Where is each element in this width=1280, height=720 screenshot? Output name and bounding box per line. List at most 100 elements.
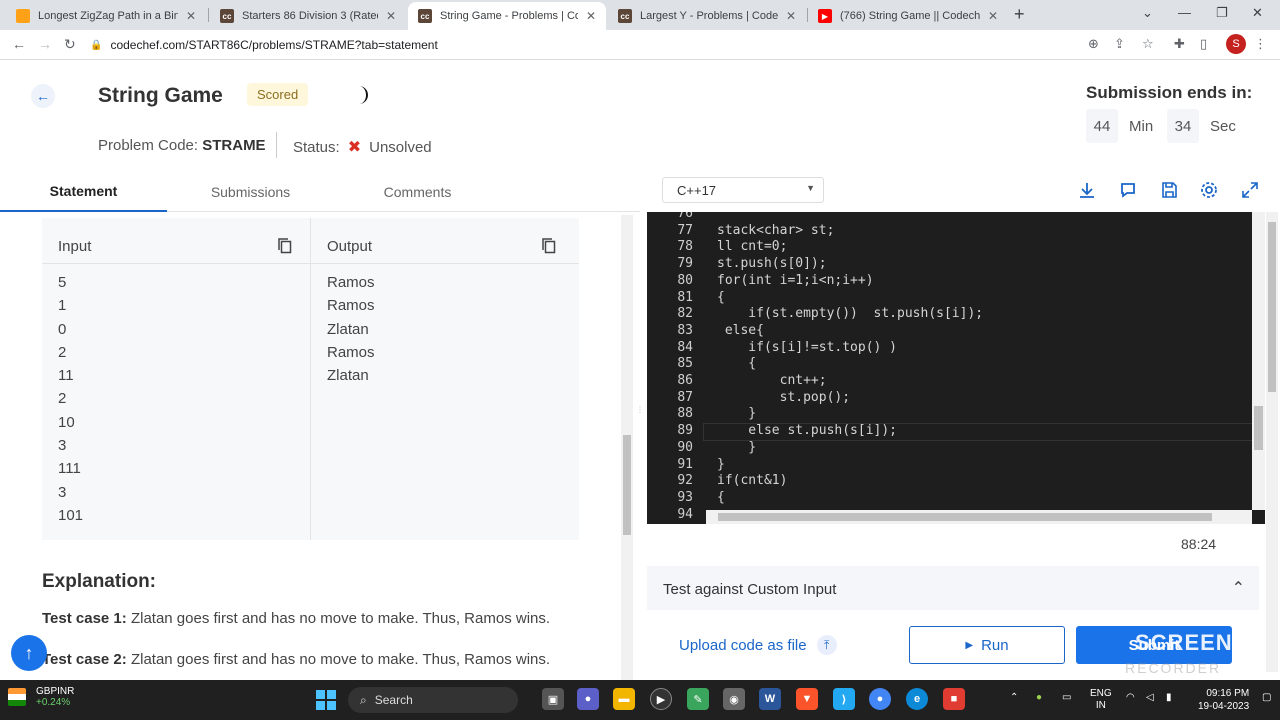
scrollbar-thumb[interactable]: [623, 435, 631, 535]
line-number: 76: [677, 212, 693, 221]
run-button[interactable]: ▶ Run: [909, 626, 1065, 664]
more-menu-icon[interactable]: ⋮: [1254, 36, 1267, 52]
side-panel-icon[interactable]: ▯: [1200, 36, 1207, 52]
gear-icon[interactable]: [1199, 180, 1219, 200]
chrome-icon[interactable]: ●: [869, 688, 891, 710]
ticker-name: GBPINR: [36, 686, 75, 697]
upload-code-link[interactable]: Upload code as file ⤒: [679, 635, 837, 655]
input-line: 3: [58, 437, 67, 455]
task-view-icon[interactable]: ▣: [542, 688, 564, 710]
download-icon[interactable]: [1077, 180, 1097, 200]
input-line: 11: [58, 367, 74, 385]
tab-submissions[interactable]: Submissions: [167, 172, 334, 212]
browser-tab-4[interactable]: cc Largest Y - Problems | CodeChef ✕: [608, 2, 806, 30]
test-case-text: Zlatan goes first and has no move to mak…: [130, 610, 551, 627]
camera-icon[interactable]: ◉: [723, 688, 745, 710]
problem-status: Status: ✖ Unsolved: [293, 137, 432, 157]
maximize-icon[interactable]: ❐: [1216, 5, 1228, 21]
edge-icon[interactable]: e: [906, 688, 928, 710]
clock-time: 09:16 PM: [1206, 688, 1250, 699]
save-icon[interactable]: [1159, 180, 1179, 200]
scroll-to-top-button[interactable]: ↑: [11, 635, 47, 671]
close-icon[interactable]: ✕: [786, 9, 796, 23]
close-icon[interactable]: ✕: [186, 9, 196, 23]
tab-statement[interactable]: Statement: [0, 172, 167, 212]
media-player-icon[interactable]: ▶: [650, 688, 672, 710]
line-number: 91: [677, 456, 693, 472]
close-icon[interactable]: ✕: [586, 9, 596, 23]
paint-icon[interactable]: ✎: [687, 688, 709, 710]
windows-start-icon[interactable]: [316, 690, 336, 710]
screen-recorder-icon[interactable]: ■: [943, 688, 965, 710]
dark-mode-moon-icon[interactable]: [350, 84, 372, 106]
pane-splitter-handle[interactable]: ⋮: [636, 405, 644, 435]
language-indicator[interactable]: ENG IN: [1090, 688, 1112, 712]
test-case-label: Test case 2:: [42, 651, 127, 668]
language-select[interactable]: C++17 ▼: [662, 177, 824, 203]
file-explorer-icon[interactable]: ▬: [613, 688, 635, 710]
line-number: 82: [677, 306, 693, 322]
teams-chat-icon[interactable]: ●: [577, 688, 599, 710]
tray-chevron-up-icon[interactable]: ⌃: [1010, 692, 1018, 703]
volume-icon[interactable]: ◁: [1146, 692, 1154, 703]
brave-browser-icon[interactable]: ▼: [796, 688, 818, 710]
bookmark-star-icon[interactable]: ☆: [1142, 36, 1154, 52]
line-number: 78: [677, 239, 693, 255]
browser-tab-2[interactable]: cc Starters 86 Division 3 (Rated) Co ✕: [210, 2, 406, 30]
minimize-icon[interactable]: —: [1178, 5, 1191, 20]
reload-icon[interactable]: ↻: [64, 36, 76, 53]
profile-avatar[interactable]: S: [1226, 34, 1246, 54]
url-field[interactable]: 🔒 codechef.com/START86C/problems/STRAME?…: [90, 33, 1090, 57]
chevron-up-icon[interactable]: ⌃: [1232, 578, 1245, 598]
codechef-icon: cc: [618, 9, 632, 23]
notification-icon[interactable]: ▢: [1262, 692, 1271, 703]
wifi-icon[interactable]: ◠: [1126, 692, 1135, 703]
code-line: }: [717, 456, 725, 472]
search-label: Search: [374, 693, 413, 707]
copy-icon[interactable]: [542, 238, 556, 254]
code-editor[interactable]: 76 77 78 79 80 81 82 83 84 85 86 87 88 89 90 91 92 93 94 s…: [647, 212, 1265, 524]
editor-vertical-scrollbar[interactable]: [1252, 212, 1265, 510]
code-line: }: [717, 439, 757, 455]
back-arrow-icon[interactable]: ←: [31, 84, 55, 108]
page-scrollbar[interactable]: [1266, 212, 1278, 672]
copy-icon[interactable]: [278, 238, 292, 254]
extensions-puzzle-icon[interactable]: ✚: [1174, 36, 1185, 52]
run-label: Run: [981, 636, 1009, 654]
browser-tab-5[interactable]: ▶ (766) String Game || Codechef St ✕: [808, 2, 1008, 30]
browser-tab-3-active[interactable]: cc String Game - Problems | CodeCh ✕: [408, 2, 606, 30]
left-pane-scrollbar[interactable]: [621, 215, 633, 680]
browser-tab-1[interactable]: Longest ZigZag Path in a Binary ✕: [6, 2, 206, 30]
editor-horizontal-scrollbar[interactable]: [706, 510, 1252, 524]
code-line: if(st.empty()) st.push(s[i]);: [717, 306, 984, 322]
back-arrow-icon[interactable]: ←: [12, 36, 26, 52]
chevron-down-icon[interactable]: ⌄: [1142, 5, 1153, 21]
new-tab-icon[interactable]: +: [1014, 4, 1025, 25]
word-icon[interactable]: W: [759, 688, 781, 710]
scrollbar-thumb[interactable]: [718, 513, 1212, 521]
tray-usb-icon[interactable]: ▭: [1062, 692, 1071, 703]
scrollbar-thumb[interactable]: [1268, 222, 1276, 392]
output-lines: Ramos Ramos Zlatan Ramos Zlatan: [327, 271, 375, 387]
taskbar-search[interactable]: ⌕ Search: [348, 687, 518, 713]
custom-input-toggle[interactable]: Test against Custom Input ⌃: [647, 566, 1259, 610]
code-line: else st.push(s[i]);: [717, 423, 898, 439]
close-window-icon[interactable]: ✕: [1252, 5, 1263, 21]
close-icon[interactable]: ✕: [988, 9, 998, 23]
expand-icon[interactable]: [1240, 180, 1260, 200]
widget-ticker[interactable]: GBPINR +0.24%: [8, 686, 74, 708]
forward-arrow-icon[interactable]: →: [38, 36, 52, 52]
taskbar-clock[interactable]: 09:16 PM 19-04-2023: [1198, 687, 1249, 713]
zoom-icon[interactable]: ⊕: [1088, 36, 1099, 52]
chat-icon[interactable]: [1118, 180, 1138, 200]
ticker-change: +0.24%: [36, 697, 71, 708]
share-icon[interactable]: ⇪: [1114, 36, 1125, 52]
battery-icon[interactable]: ▮: [1166, 692, 1172, 703]
scrollbar-thumb[interactable]: [1254, 406, 1263, 450]
tab-comments[interactable]: Comments: [334, 172, 501, 212]
tray-app-icon[interactable]: ●: [1036, 692, 1042, 703]
line-number-gutter: 76 77 78 79 80 81 82 83 84 85 86 87 88 89 90 91 92 93 94: [647, 212, 699, 524]
vscode-icon[interactable]: ⟩: [833, 688, 855, 710]
code-line: for(int i=1;i<n;i++): [717, 272, 874, 288]
close-icon[interactable]: ✕: [386, 9, 396, 23]
